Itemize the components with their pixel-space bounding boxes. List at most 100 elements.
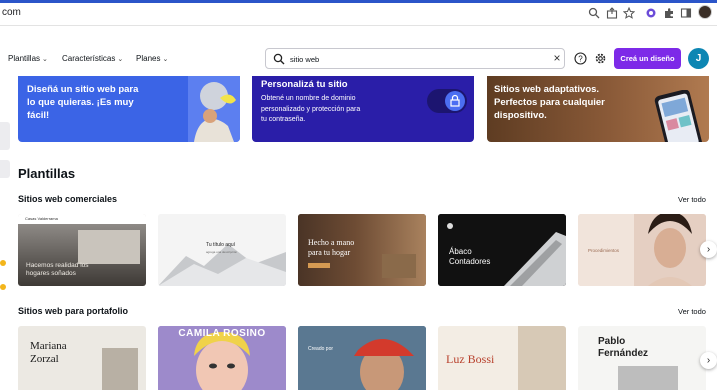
help-icon[interactable]: ? [574, 52, 587, 65]
template-card[interactable]: Hecho a mano para tu hogar [298, 214, 426, 286]
share-icon[interactable] [605, 6, 619, 20]
puzzle-icon[interactable] [662, 6, 676, 20]
carousel-next-button[interactable]: › [700, 352, 717, 369]
banner-design-website[interactable]: Diseñá un sitio web para lo que quieras.… [18, 76, 240, 142]
template-caption: Tu título aquí agrega una descripción [206, 242, 237, 255]
banner-title-line: Sitios web adaptativos. [494, 84, 600, 95]
template-caption-line: Zorzal [30, 353, 59, 365]
template-portrait-image [298, 326, 426, 390]
banner-personalize[interactable]: Personalizá tu sitio Obtené un nombre de… [252, 76, 474, 142]
template-card[interactable]: Tu título aquí agrega una descripción [158, 214, 286, 286]
template-caption: Luz Bossi [446, 352, 495, 366]
template-caption: CAMILA ROSINO [178, 328, 266, 339]
lock-icon [445, 91, 465, 111]
template-photo-chair [382, 254, 416, 278]
template-photo [618, 366, 678, 390]
template-caption-line: Pablo [598, 336, 626, 347]
template-caption: Hacemos realidad los hogares soñados [26, 262, 89, 278]
bookmark-star-icon[interactable] [622, 6, 636, 20]
banner-title: Sitios web adaptativos. Perfectos para c… [494, 83, 605, 122]
banner-subtitle-line: tu contraseña. [261, 116, 306, 123]
avatar[interactable]: J [688, 48, 709, 69]
banner-responsive[interactable]: Sitios web adaptativos. Perfectos para c… [487, 76, 709, 142]
chevron-right-icon: › [706, 355, 711, 366]
template-card[interactable]: Luz Bossi [438, 326, 566, 390]
template-cta [308, 263, 330, 268]
template-caption-line: para tu hogar [308, 248, 351, 257]
template-caption-line: Tu título aquí [206, 242, 235, 248]
template-caption-line: Hacemos realidad los [26, 262, 89, 269]
side-panel-tab[interactable] [0, 122, 10, 150]
chevron-down-icon: ⌄ [42, 55, 48, 63]
banner-subtitle-line: personalizado y protección para [261, 105, 361, 113]
banner-title-line: lo que quieras. ¡Es muy [27, 97, 134, 108]
phone-illustration [654, 90, 703, 142]
template-card[interactable]: Procedimientos [578, 214, 706, 286]
address-bar-edge [0, 0, 717, 3]
nav-caracteristicas[interactable]: Características ⌄ [62, 54, 123, 63]
template-caption: Ábaco Contadores [449, 247, 490, 267]
search-icon [273, 53, 285, 65]
template-card[interactable]: Creado por [298, 326, 426, 390]
template-photo [102, 348, 138, 390]
template-caption-line: Hecho a mano [308, 238, 355, 247]
chevron-right-icon: › [706, 244, 711, 255]
svg-text:?: ? [578, 54, 583, 63]
template-caption: Hecho a mano para tu hogar [308, 238, 354, 258]
template-caption-line: Fernández [598, 347, 649, 359]
carousel-next-button[interactable]: › [700, 241, 717, 258]
profile-avatar[interactable] [698, 5, 712, 19]
search-input[interactable] [290, 52, 540, 66]
notification-dot [0, 284, 6, 290]
extension-icon[interactable] [644, 6, 658, 20]
sidebar-icon[interactable] [679, 6, 693, 20]
see-all-link[interactable]: Ver todo [678, 307, 706, 316]
search-bar[interactable]: × [265, 48, 565, 69]
lock-toggle [427, 89, 467, 113]
nav-plantillas-label: Plantillas [8, 54, 41, 63]
banner-illustration [188, 76, 240, 142]
banner-title: Personalizá tu sitio [261, 79, 348, 90]
chevron-down-icon: ⌄ [117, 55, 124, 63]
template-brand: Casas Valderrama [25, 216, 58, 221]
row-title-portafolio: Sitios web para portafolio [18, 306, 129, 316]
template-caption-line: Ábaco [449, 247, 472, 256]
banner-title-line: Diseñá un sitio web para [27, 84, 139, 95]
browser-toolbar: com [0, 0, 717, 26]
side-panel-tab[interactable] [0, 160, 10, 178]
create-design-button[interactable]: Creá un diseño [614, 48, 681, 69]
row-title-comerciales: Sitios web comerciales [18, 194, 118, 204]
template-caption: Creado por [308, 346, 334, 352]
template-card[interactable]: Casas Valderrama Hacemos realidad los ho… [18, 214, 146, 286]
banner-title-line: dispositivo. [494, 110, 547, 121]
template-caption-line: Contadores [449, 257, 491, 266]
template-caption-line: agrega una descripción [206, 249, 238, 254]
clear-search-icon[interactable]: × [551, 52, 563, 64]
banner-subtitle: Obtené un nombre de dominio personalizad… [261, 94, 360, 126]
zoom-icon[interactable] [587, 6, 601, 20]
page-title: Plantillas [18, 166, 76, 181]
notification-dot [0, 260, 6, 266]
gear-icon[interactable] [594, 52, 607, 65]
address-bar-url[interactable]: com [2, 7, 21, 18]
nav-caracteristicas-label: Características [62, 54, 116, 63]
template-photo [518, 326, 566, 390]
nav-plantillas[interactable]: Plantillas ⌄ [8, 54, 48, 63]
template-caption: Procedimientos [588, 248, 620, 253]
see-all-link[interactable]: Ver todo [678, 195, 706, 204]
banner-title: Diseñá un sitio web para lo que quieras.… [27, 83, 138, 122]
nav-planes[interactable]: Planes ⌄ [136, 54, 168, 63]
nav-planes-label: Planes [136, 54, 161, 63]
template-caption: Mariana Zorzal [30, 340, 67, 366]
banner-title-line: Perfectos para cualquier [494, 97, 605, 108]
template-caption-line: hogares soñados [26, 270, 76, 277]
banner-subtitle-line: Obtené un nombre de dominio [261, 95, 356, 102]
template-card[interactable]: Mariana Zorzal [18, 326, 146, 390]
template-card[interactable]: Pablo Fernández [578, 326, 706, 390]
template-photo-window [78, 230, 140, 264]
template-caption: Pablo Fernández [598, 336, 648, 359]
template-caption-line: Mariana [30, 340, 67, 352]
template-card[interactable]: CAMILA ROSINO [158, 326, 286, 390]
template-card[interactable]: Ábaco Contadores [438, 214, 566, 286]
chevron-down-icon: ⌄ [162, 55, 169, 63]
